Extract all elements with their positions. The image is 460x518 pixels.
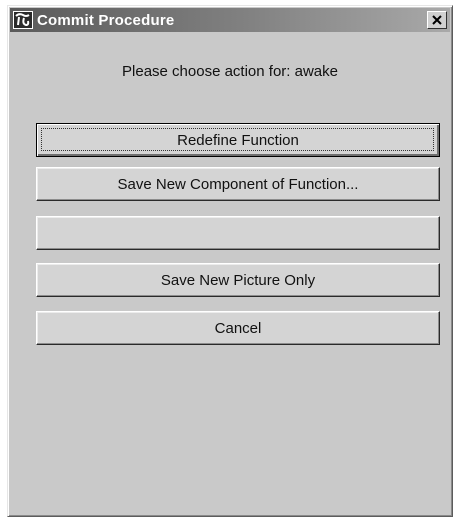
button-label: Save New Picture Only — [160, 271, 316, 289]
blank-button[interactable] — [36, 216, 440, 250]
redefine-function-button[interactable]: Redefine Function — [36, 123, 440, 157]
title-bar[interactable]: Commit Procedure — [10, 8, 450, 32]
window-title: Commit Procedure — [37, 11, 175, 29]
button-label: Cancel — [214, 319, 262, 337]
close-icon — [432, 15, 442, 25]
save-new-component-button[interactable]: Save New Component of Function... — [36, 167, 440, 201]
commit-procedure-dialog: Commit Procedure Please choose action fo… — [7, 5, 453, 517]
button-label: Save New Component of Function... — [117, 175, 359, 193]
app-icon — [12, 11, 34, 29]
save-new-picture-button[interactable]: Save New Picture Only — [36, 263, 440, 297]
cancel-button[interactable]: Cancel — [36, 311, 440, 345]
prompt-text: Please choose action for: awake — [122, 63, 338, 80]
focus-outline — [41, 128, 434, 151]
close-button[interactable] — [427, 11, 447, 29]
